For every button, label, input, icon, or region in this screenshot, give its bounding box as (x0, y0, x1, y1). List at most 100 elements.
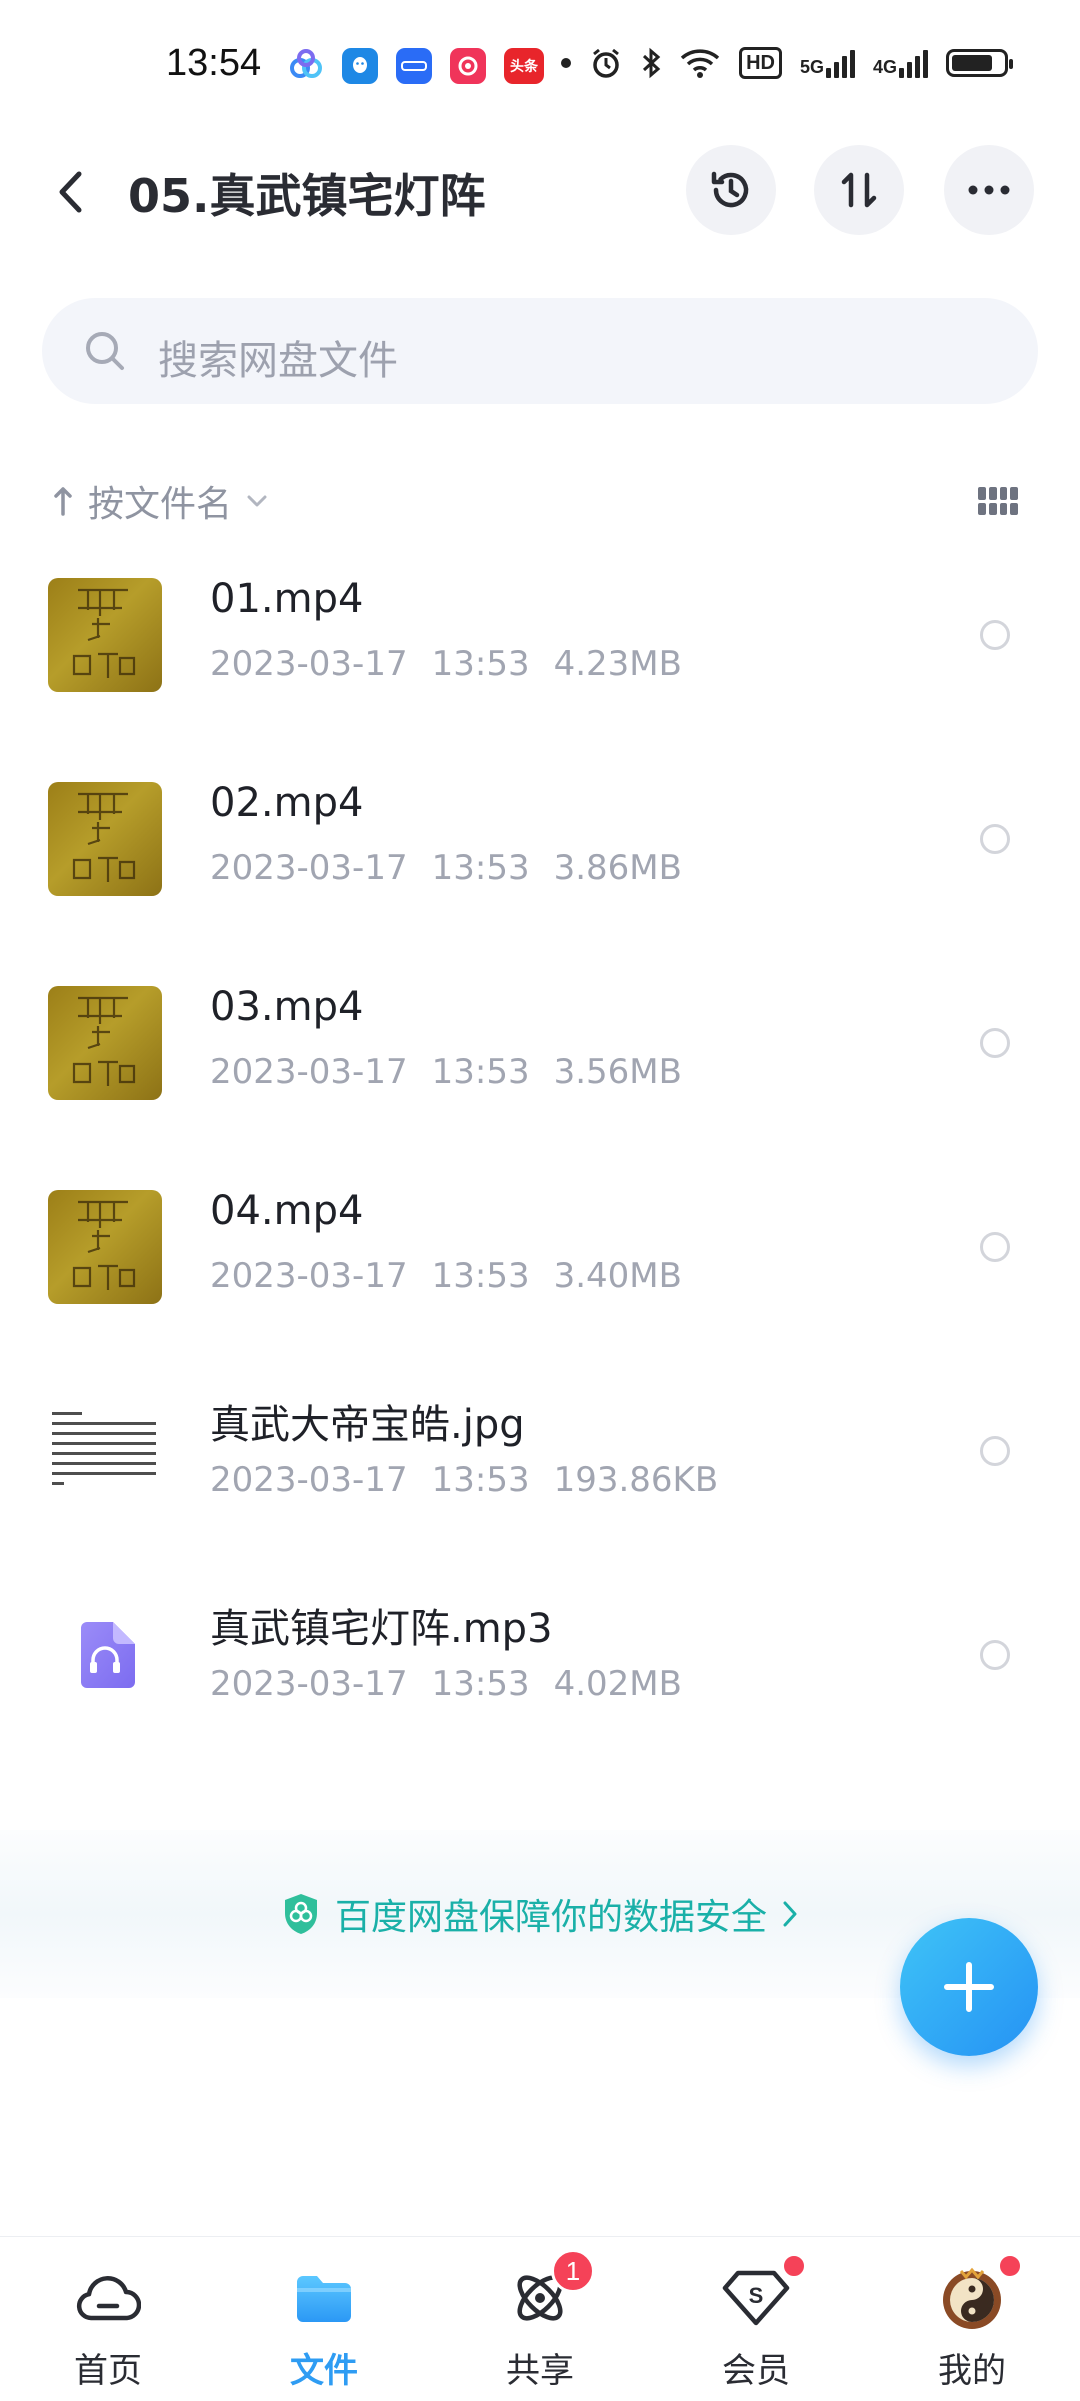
nav-item-files[interactable]: 文件 (216, 2237, 432, 2401)
baidu-netdisk-icon (288, 48, 324, 84)
vip-badge-dot (781, 2253, 807, 2279)
hd-label: HD (746, 51, 775, 74)
select-radio[interactable] (980, 1436, 1010, 1466)
chevron-down-icon (247, 495, 267, 507)
shield-icon (284, 1894, 317, 1934)
file-size: 3.40MB (553, 1256, 682, 1296)
sort-icon (841, 172, 877, 208)
file-row[interactable]: 04.mp4 2023-03-17 13:53 3.40MB (0, 1168, 1080, 1372)
file-time: 13:53 (431, 1256, 530, 1296)
select-radio[interactable] (980, 824, 1010, 854)
huodong-icon (450, 48, 486, 84)
file-time: 13:53 (431, 1664, 530, 1704)
file-date: 2023-03-17 (210, 644, 408, 684)
signal-5g-icon: 5G (800, 48, 855, 78)
search-input[interactable]: 搜索网盘文件 (42, 298, 1038, 404)
toutiao-icon: 头条 (504, 48, 544, 84)
file-meta: 2023-03-17 13:53 4.23MB (210, 644, 706, 684)
chevron-left-icon (59, 171, 82, 213)
file-time: 13:53 (431, 1460, 530, 1500)
status-time: 13:54 (166, 42, 262, 84)
select-radio[interactable] (980, 1640, 1010, 1670)
arrow-up-icon (54, 487, 72, 516)
file-size: 3.56MB (553, 1052, 682, 1092)
add-button[interactable] (900, 1918, 1038, 2056)
nav-item-home[interactable]: 首页 (0, 2237, 216, 2401)
file-name: 04.mp4 (210, 1188, 364, 1234)
back-button[interactable] (40, 162, 100, 222)
audio-file-icon (48, 1598, 162, 1712)
file-meta: 2023-03-17 13:53 3.40MB (210, 1256, 706, 1296)
file-date: 2023-03-17 (210, 1052, 408, 1092)
sort-selector[interactable]: 按文件名 (52, 474, 268, 528)
page-title: 05.真武镇宅灯阵 (128, 169, 486, 223)
nav-item-share[interactable]: 1 共享 (432, 2237, 648, 2401)
battery-icon (946, 49, 1013, 77)
video-thumbnail (48, 986, 162, 1100)
security-banner-text: 百度网盘保障你的数据安全 (334, 1897, 767, 1938)
file-date: 2023-03-17 (210, 1664, 408, 1704)
file-meta: 2023-03-17 13:53 3.86MB (210, 848, 706, 888)
nav-label-vip: 会员 (722, 2351, 790, 2391)
nav-label-share: 共享 (506, 2351, 574, 2391)
nav-item-me[interactable]: 我的 (864, 2237, 1080, 2401)
file-date: 2023-03-17 (210, 1460, 408, 1500)
select-radio[interactable] (980, 1028, 1010, 1058)
file-name: 03.mp4 (210, 984, 364, 1030)
toutiao-label: 头条 (510, 59, 538, 75)
grid-view-icon[interactable] (978, 487, 1018, 515)
chevron-right-icon (783, 1901, 797, 1927)
file-date: 2023-03-17 (210, 848, 408, 888)
file-row[interactable]: 02.mp4 2023-03-17 13:53 3.86MB (0, 760, 1080, 964)
file-row[interactable]: 01.mp4 2023-03-17 13:53 4.23MB (0, 556, 1080, 760)
file-meta: 2023-03-17 13:53 4.02MB (210, 1664, 706, 1704)
video-thumbnail (48, 782, 162, 896)
file-size: 193.86KB (553, 1460, 719, 1500)
plus-icon (944, 1962, 994, 2012)
file-size: 3.86MB (553, 848, 682, 888)
avatar-icon (937, 2253, 1023, 2333)
app-header: 05.真武镇宅灯阵 (0, 140, 1080, 290)
file-row[interactable]: 真武镇宅灯阵.mp3 2023-03-17 13:53 4.02MB (0, 1576, 1080, 1780)
more-icon (968, 185, 1010, 195)
bluetooth-icon (643, 47, 661, 79)
nav-label-files: 文件 (290, 2351, 358, 2391)
more-button[interactable] (944, 145, 1034, 235)
nav-item-vip[interactable]: S 会员 (648, 2237, 864, 2401)
network-5g-label: 5G (799, 57, 824, 77)
video-thumbnail (48, 1190, 162, 1304)
file-time: 13:53 (431, 644, 530, 684)
notification-icons: 头条 (288, 48, 544, 84)
svg-text:S: S (749, 2283, 764, 2308)
select-radio[interactable] (980, 620, 1010, 650)
alarm-icon (593, 48, 620, 78)
home-cloud-icon (73, 2263, 143, 2333)
history-button[interactable] (686, 145, 776, 235)
folder-icon (289, 2263, 359, 2333)
baidu-icon (396, 48, 432, 84)
notification-dot-icon (561, 58, 572, 68)
signal-4g-icon: 4G (873, 48, 928, 78)
file-name: 02.mp4 (210, 780, 364, 826)
file-meta: 2023-03-17 13:53 193.86KB (210, 1460, 742, 1500)
video-thumbnail (48, 578, 162, 692)
system-status: HD 5G 4G (561, 46, 1013, 80)
select-radio[interactable] (980, 1232, 1010, 1262)
bottom-navigation: 首页 文件 1 共享 S 会员 我的 (0, 2236, 1080, 2401)
file-list: 01.mp4 2023-03-17 13:53 4.23MB 02.mp4 2023-03… (0, 556, 1080, 1780)
image-thumbnail (48, 1394, 162, 1508)
file-name: 01.mp4 (210, 576, 364, 622)
file-time: 13:53 (431, 1052, 530, 1092)
file-date: 2023-03-17 (210, 1256, 408, 1296)
file-row[interactable]: 03.mp4 2023-03-17 13:53 3.56MB (0, 964, 1080, 1168)
hd-icon: HD (739, 47, 782, 79)
file-size: 4.23MB (553, 644, 682, 684)
sort-button[interactable] (814, 145, 904, 235)
wifi-icon (680, 49, 720, 78)
search-placeholder: 搜索网盘文件 (158, 338, 398, 384)
file-size: 4.02MB (553, 1664, 682, 1704)
nav-label-home: 首页 (74, 2351, 142, 2391)
network-4g-label: 4G (872, 57, 897, 77)
file-row[interactable]: 真武大帝宝皓.jpg 2023-03-17 13:53 193.86KB (0, 1372, 1080, 1576)
history-icon (711, 171, 749, 208)
